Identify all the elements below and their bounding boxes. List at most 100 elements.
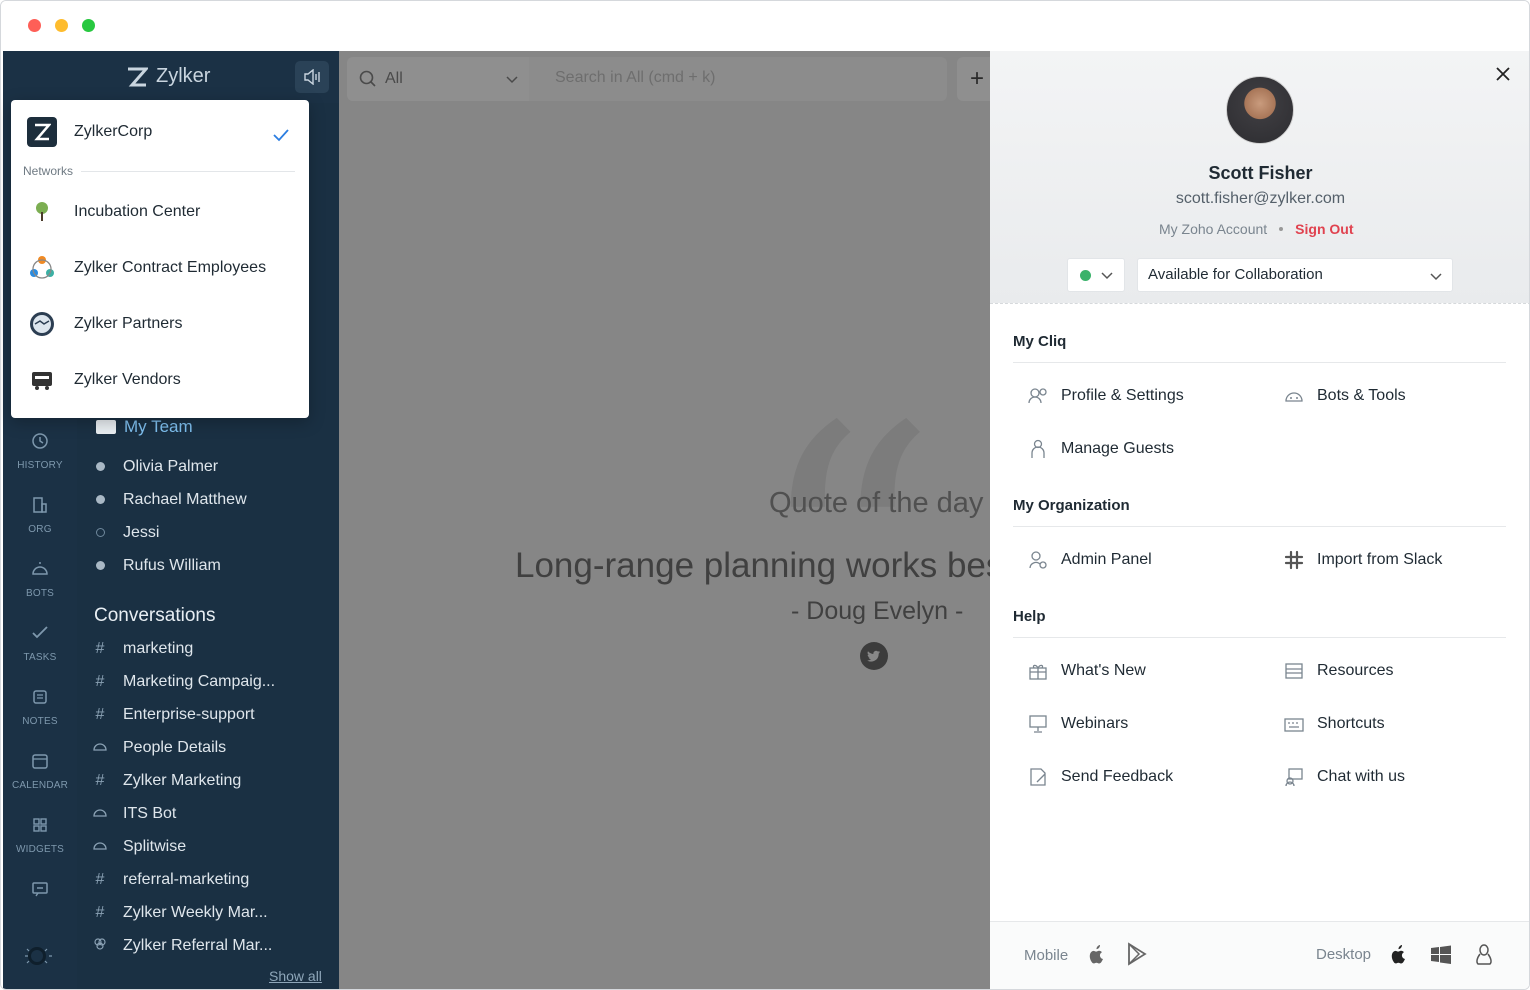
online-status-icon bbox=[1079, 269, 1091, 281]
account-links: My Zoho Account Sign Out bbox=[1159, 221, 1354, 237]
network-item[interactable]: Zylker Contract Employees bbox=[11, 244, 309, 292]
conversation-item[interactable]: Zylker Referral Mar... bbox=[77, 932, 339, 960]
desktop-label: Desktop bbox=[1316, 946, 1372, 963]
bots-tools-item[interactable]: Bots & Tools bbox=[1283, 381, 1406, 411]
conversations-heading: Conversations bbox=[94, 605, 216, 626]
gift-icon bbox=[1029, 664, 1047, 680]
conversation-item[interactable]: ITS Bot bbox=[77, 800, 339, 828]
search-scope-dropdown[interactable]: All bbox=[347, 57, 529, 101]
conversation-item[interactable]: People Details bbox=[77, 734, 339, 762]
rail-item-calendar[interactable]: CALENDAR bbox=[3, 751, 77, 793]
quote-author: - Doug Evelyn - bbox=[791, 597, 964, 625]
speaker-button[interactable] bbox=[295, 61, 329, 93]
channel-icon: # bbox=[95, 772, 105, 789]
profile-settings-item[interactable]: Profile & Settings bbox=[1027, 381, 1184, 411]
profile-header: Scott Fisher scott.fisher@zylker.com My … bbox=[990, 51, 1529, 303]
resources-icon bbox=[1285, 663, 1303, 679]
network-item-current[interactable]: ZylkerCorp bbox=[11, 108, 309, 156]
webinars-item[interactable]: Webinars bbox=[1027, 709, 1128, 739]
avatar[interactable] bbox=[1226, 76, 1294, 144]
admin-panel-item[interactable]: Admin Panel bbox=[1027, 545, 1152, 575]
slack-icon bbox=[1284, 550, 1304, 570]
org-icon bbox=[33, 497, 47, 513]
theme-toggle[interactable] bbox=[3, 945, 77, 971]
title-bar bbox=[1, 1, 1529, 51]
network-name: ZylkerCorp bbox=[74, 123, 153, 140]
sign-out-link[interactable]: Sign Out bbox=[1295, 221, 1353, 237]
handshake-logo-icon bbox=[27, 309, 57, 339]
main-area: All Search in All (cmd + k) + “ Quote of… bbox=[339, 51, 997, 989]
network-item[interactable]: Incubation Center bbox=[11, 188, 309, 236]
conversation-item[interactable]: # referral-marketing bbox=[77, 866, 339, 894]
presence-dropdown[interactable] bbox=[1067, 258, 1125, 292]
twitter-share-button[interactable] bbox=[860, 642, 888, 670]
team-badge-icon bbox=[96, 420, 116, 434]
conversation-item[interactable]: # Zylker Marketing bbox=[77, 767, 339, 795]
user-email: scott.fisher@zylker.com bbox=[1175, 190, 1346, 207]
search-input[interactable]: Search in All (cmd + k) bbox=[555, 69, 716, 87]
brand-name: Zylker bbox=[156, 65, 211, 87]
resources-item[interactable]: Resources bbox=[1283, 656, 1393, 686]
rail-item-feedback[interactable] bbox=[3, 879, 77, 903]
rail-item-notes[interactable]: NOTES bbox=[3, 687, 77, 729]
minimize-window-button[interactable] bbox=[55, 19, 68, 32]
maximize-window-button[interactable] bbox=[82, 19, 95, 32]
channel-icon: # bbox=[95, 673, 105, 690]
team-member[interactable]: Olivia Palmer bbox=[77, 453, 339, 481]
my-team-section[interactable]: My Team bbox=[96, 417, 193, 437]
truck-logo-icon bbox=[27, 365, 57, 395]
status-message: Available for Collaboration bbox=[1148, 266, 1323, 283]
channel-icon: # bbox=[95, 871, 105, 888]
conversation-item[interactable]: Splitwise bbox=[77, 833, 339, 861]
team-member[interactable]: Rufus William bbox=[77, 552, 339, 580]
networks-section-label: Networks bbox=[23, 164, 295, 178]
rail-item-tasks[interactable]: TASKS bbox=[3, 623, 77, 665]
channel-icon: # bbox=[95, 640, 105, 657]
shortcuts-item[interactable]: Shortcuts bbox=[1283, 709, 1385, 739]
conversation-item[interactable]: # Zylker Weekly Mar... bbox=[77, 899, 339, 927]
import-slack-item[interactable]: Import from Slack bbox=[1283, 545, 1442, 575]
linux-icon[interactable] bbox=[1473, 943, 1495, 967]
close-window-button[interactable] bbox=[28, 19, 41, 32]
bots-icon bbox=[32, 562, 48, 575]
tasks-icon bbox=[32, 626, 48, 639]
rail-item-widgets[interactable]: WIDGETS bbox=[3, 815, 77, 857]
team-member[interactable]: Rachael Matthew bbox=[77, 486, 339, 514]
support-chat-icon bbox=[1285, 768, 1303, 787]
close-icon[interactable] bbox=[1494, 65, 1512, 83]
widgets-icon bbox=[33, 818, 47, 832]
chat-with-us-item[interactable]: Chat with us bbox=[1283, 762, 1405, 792]
webinar-icon bbox=[1029, 715, 1047, 733]
profile-panel: Scott Fisher scott.fisher@zylker.com My … bbox=[990, 51, 1529, 989]
windows-icon[interactable] bbox=[1430, 945, 1452, 965]
network-item[interactable]: Zylker Partners bbox=[11, 300, 309, 348]
conversation-item[interactable]: # Enterprise-support bbox=[77, 701, 339, 729]
google-play-icon[interactable] bbox=[1125, 942, 1149, 966]
section-title-my-cliq: My Cliq bbox=[1013, 333, 1067, 350]
show-all-link[interactable]: Show all bbox=[269, 968, 322, 984]
rail-item-org[interactable]: ORG bbox=[3, 495, 77, 537]
section-title-help: Help bbox=[1013, 608, 1046, 625]
apple-icon[interactable] bbox=[1389, 943, 1409, 965]
status-message-dropdown[interactable]: Available for Collaboration bbox=[1137, 258, 1453, 292]
chevron-down-icon bbox=[506, 76, 518, 84]
whats-new-item[interactable]: What's New bbox=[1027, 656, 1146, 686]
conversation-item[interactable]: # Marketing Campaig... bbox=[77, 668, 339, 696]
brand-logo: Zylker bbox=[126, 65, 210, 88]
channel-icon: # bbox=[95, 904, 105, 921]
team-member[interactable]: Jessi bbox=[77, 519, 339, 547]
group-icon bbox=[94, 937, 106, 950]
manage-guests-item[interactable]: Manage Guests bbox=[1027, 434, 1174, 464]
apple-icon[interactable] bbox=[1088, 943, 1106, 965]
send-feedback-item[interactable]: Send Feedback bbox=[1027, 762, 1173, 792]
network-item[interactable]: Zylker Vendors bbox=[11, 356, 309, 404]
my-team-label: My Team bbox=[124, 417, 193, 436]
feedback-icon bbox=[1030, 768, 1046, 786]
keyboard-icon bbox=[1284, 718, 1304, 732]
speaker-icon bbox=[304, 69, 320, 85]
rail-item-bots[interactable]: BOTS bbox=[3, 559, 77, 601]
user-name: Scott Fisher bbox=[1208, 163, 1313, 183]
my-zoho-account-link[interactable]: My Zoho Account bbox=[1159, 221, 1267, 237]
rail-item-history[interactable]: HISTORY bbox=[3, 431, 77, 473]
conversation-item[interactable]: # marketing bbox=[77, 635, 339, 663]
